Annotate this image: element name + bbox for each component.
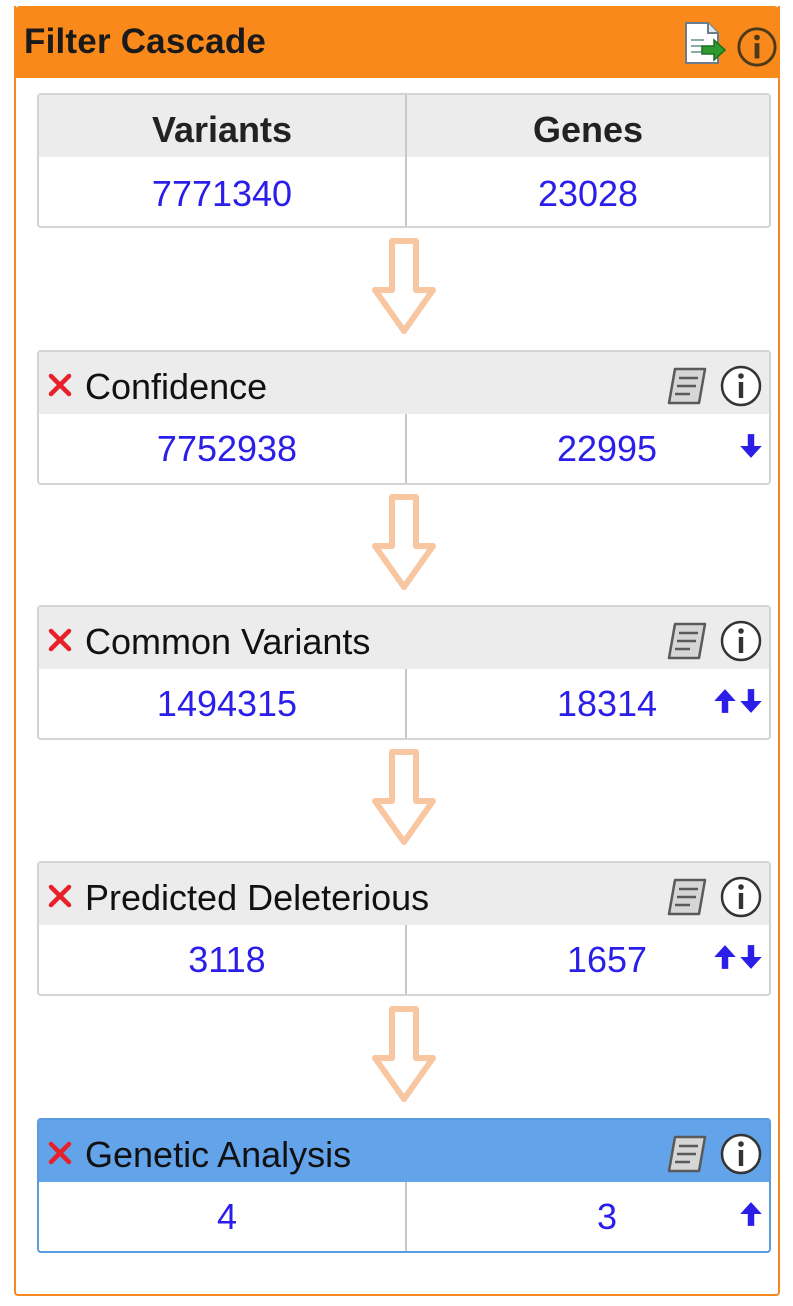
filter-variants-count: 4 [216,1196,238,1237]
summary-box: Variants Genes 7771340 23028 [37,93,771,228]
filter-name: Predicted Deleterious [85,877,430,918]
variants-column-label: Variants [151,109,293,150]
arrow-down-icon[interactable] [739,432,763,460]
info-icon[interactable] [736,26,778,68]
trend-arrows [737,1200,763,1230]
filter-name: Common Variants [85,621,371,662]
filter-name: Genetic Analysis [85,1134,352,1175]
trend-arrows [711,687,763,717]
arrow-up-icon[interactable] [713,687,737,715]
filter-box-predicted-deleterious[interactable]: Predicted Deleterious 3118 1657 [37,861,771,996]
filter-notes-icon[interactable] [665,1132,711,1176]
filter-notes-icon[interactable] [665,619,711,663]
remove-filter-icon[interactable] [45,881,75,911]
panel-header: Filter Cascade [14,6,780,78]
filter-info-icon[interactable] [719,364,763,408]
remove-filter-icon[interactable] [45,625,75,655]
filter-variants-count: 7752938 [156,428,298,469]
arrow-down-icon[interactable] [739,687,763,715]
filter-genes-count: 22995 [556,428,658,469]
filter-genes-count: 3 [596,1196,618,1237]
remove-filter-icon[interactable] [45,1138,75,1168]
trend-arrows [711,943,763,973]
panel-title: Filter Cascade [24,22,267,61]
filter-name: Confidence [85,366,268,407]
arrow-up-icon[interactable] [739,1200,763,1228]
export-document-icon[interactable] [680,20,726,66]
genes-column-label: Genes [532,109,644,150]
flow-down-arrow-icon [372,494,436,590]
genes-count: 23028 [537,173,639,214]
filter-notes-icon[interactable] [665,875,711,919]
flow-down-arrow-icon [372,1006,436,1102]
filter-info-icon[interactable] [719,875,763,919]
filter-info-icon[interactable] [719,619,763,663]
filter-notes-icon[interactable] [665,364,711,408]
flow-down-arrow-icon [372,749,436,845]
filter-box-genetic-analysis[interactable]: Genetic Analysis 4 3 [37,1118,771,1253]
remove-filter-icon[interactable] [45,370,75,400]
filter-box-confidence[interactable]: Confidence 7752938 22995 [37,350,771,485]
filter-variants-count: 3118 [188,939,266,980]
variants-count: 7771340 [151,173,293,214]
filter-variants-count: 1494315 [156,683,298,724]
trend-arrows [737,432,763,462]
filter-box-common-variants[interactable]: Common Variants 1494315 18314 [37,605,771,740]
flow-down-arrow-icon [372,238,436,334]
arrow-up-icon[interactable] [713,943,737,971]
arrow-down-icon[interactable] [739,943,763,971]
filter-info-icon[interactable] [719,1132,763,1176]
